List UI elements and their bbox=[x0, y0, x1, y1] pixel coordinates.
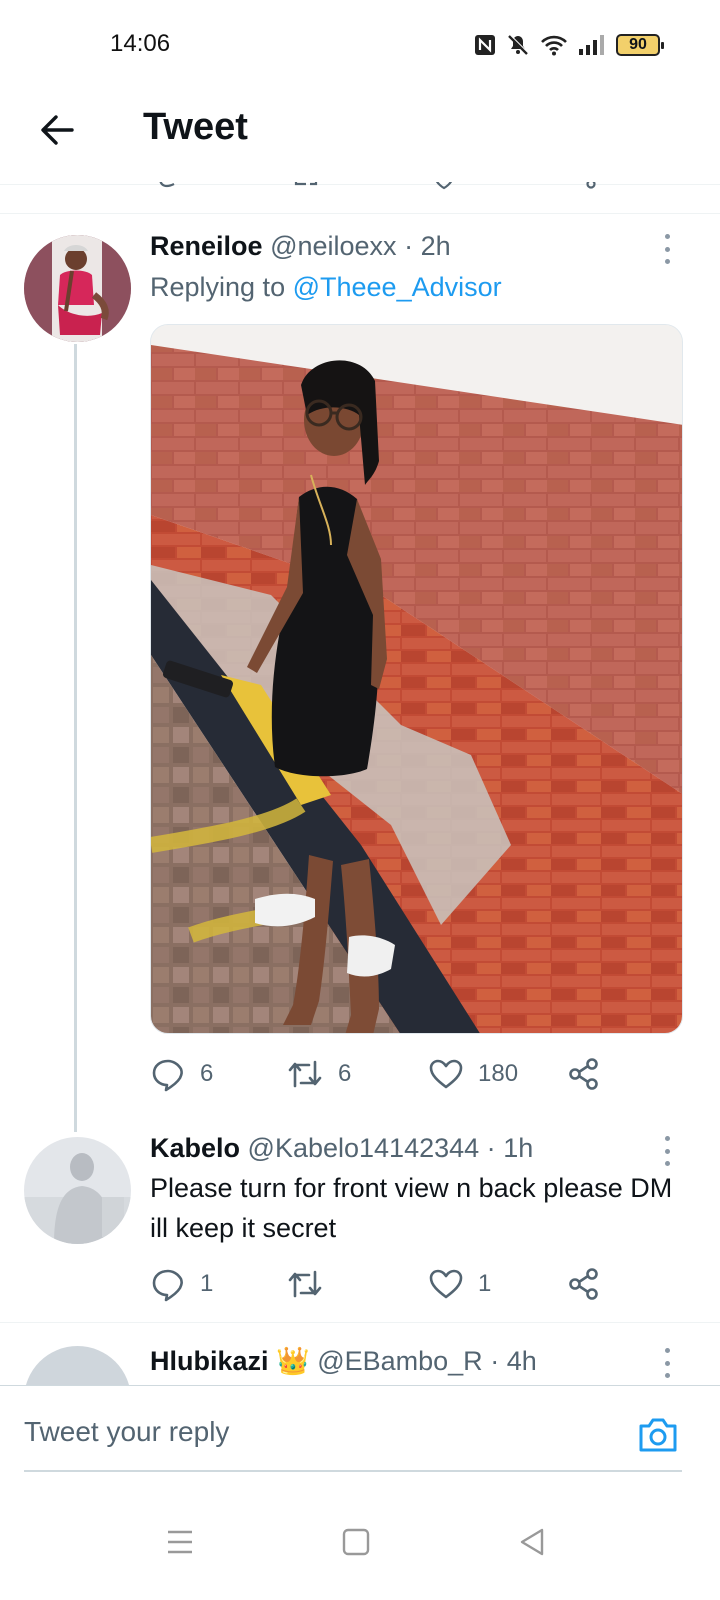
page-title: Tweet bbox=[143, 106, 248, 148]
like-button[interactable]: 1 bbox=[428, 1264, 491, 1304]
status-bar: 14:06 90 bbox=[0, 0, 720, 90]
more-options-button[interactable] bbox=[660, 1136, 674, 1166]
tweet-text: Please turn for front view n back please… bbox=[150, 1173, 673, 1243]
square-icon bbox=[342, 1528, 370, 1556]
status-time: 14:06 bbox=[110, 30, 171, 57]
nfc-icon bbox=[475, 35, 495, 55]
heart-icon bbox=[429, 1269, 463, 1299]
retweet-button[interactable] bbox=[286, 1264, 338, 1304]
like-count: 180 bbox=[478, 1060, 519, 1087]
tweet-kabelo[interactable]: Kabelo @Kabelo14142344 · 1h Please turn … bbox=[0, 1126, 720, 1322]
heart-icon bbox=[429, 1059, 463, 1089]
tweet-photo[interactable] bbox=[150, 324, 683, 1034]
reply-composer: Tweet your reply bbox=[0, 1385, 720, 1480]
system-nav-bar bbox=[0, 1490, 720, 1600]
author-handle[interactable]: @Kabelo14142344 bbox=[248, 1133, 480, 1163]
tweet-actions: 1 1 bbox=[150, 1264, 620, 1304]
tweet-time[interactable]: 2h bbox=[421, 231, 451, 261]
tweet-time[interactable]: 1h bbox=[503, 1133, 533, 1163]
share-icon bbox=[569, 1268, 598, 1300]
like-button[interactable]: 180 bbox=[428, 1054, 518, 1094]
previous-tweet-actions bbox=[0, 182, 720, 214]
wifi-icon bbox=[541, 35, 567, 56]
app-header: Tweet bbox=[0, 90, 720, 185]
menu-nav-button[interactable] bbox=[160, 1522, 200, 1562]
share-icon bbox=[569, 1058, 598, 1090]
thread-line bbox=[74, 344, 77, 1132]
separator: · bbox=[486, 1133, 496, 1163]
mention-link[interactable]: @Theee_Advisor bbox=[293, 272, 502, 302]
author-name[interactable]: Reneiloe bbox=[150, 231, 263, 261]
author-name[interactable]: Kabelo bbox=[150, 1133, 240, 1163]
camera-button[interactable] bbox=[636, 1412, 680, 1456]
reply-count: 6 bbox=[200, 1060, 214, 1087]
like-count: 1 bbox=[478, 1270, 492, 1297]
signal-icon bbox=[579, 35, 604, 55]
tweet-actions: 6 6 180 bbox=[150, 1054, 620, 1094]
triangle-back-icon bbox=[520, 1528, 544, 1556]
retweet-icon bbox=[288, 1270, 322, 1298]
author-name[interactable]: Hlubikazi bbox=[150, 1346, 269, 1376]
avatar[interactable] bbox=[24, 235, 131, 342]
camera-icon bbox=[639, 1418, 677, 1452]
reply-count: 1 bbox=[200, 1270, 214, 1297]
back-nav-button[interactable] bbox=[512, 1522, 552, 1562]
battery-icon: 90 bbox=[616, 34, 664, 56]
reply-input[interactable]: Tweet your reply bbox=[24, 1416, 229, 1448]
reply-icon bbox=[152, 1059, 183, 1092]
status-icons: 90 bbox=[474, 30, 664, 60]
reply-button[interactable]: 6 bbox=[150, 1054, 213, 1094]
tweet-header: Hlubikazi 👑 @EBambo_R · 4h bbox=[150, 1345, 537, 1377]
separator: · bbox=[404, 231, 414, 261]
tweet-time[interactable]: 4h bbox=[507, 1346, 537, 1376]
reply-button[interactable]: 1 bbox=[150, 1264, 213, 1304]
separator: · bbox=[490, 1346, 500, 1376]
tweet-hlubikazi[interactable]: Hlubikazi 👑 @EBambo_R · 4h bbox=[0, 1323, 720, 1385]
reply-icon bbox=[152, 1269, 183, 1302]
cut-off-icons bbox=[159, 182, 596, 190]
more-options-button[interactable] bbox=[660, 234, 674, 264]
more-options-button[interactable] bbox=[660, 1348, 674, 1378]
tweet-header: Reneiloe @neiloexx · 2h bbox=[150, 231, 451, 262]
share-button[interactable] bbox=[566, 1264, 602, 1304]
input-underline bbox=[24, 1470, 682, 1472]
retweet-button[interactable]: 6 bbox=[286, 1054, 351, 1094]
author-handle[interactable]: @EBambo_R bbox=[317, 1346, 482, 1376]
retweet-icon bbox=[288, 1060, 322, 1088]
menu-icon bbox=[168, 1530, 192, 1554]
replying-prefix: Replying to bbox=[150, 272, 286, 302]
author-handle[interactable]: @neiloexx bbox=[270, 231, 396, 261]
retweet-count: 6 bbox=[338, 1060, 352, 1087]
home-nav-button[interactable] bbox=[336, 1522, 376, 1562]
replying-to: Replying to @Theee_Advisor bbox=[150, 272, 502, 303]
back-button[interactable] bbox=[36, 108, 80, 152]
tweet-header: Kabelo @Kabelo14142344 · 1h bbox=[150, 1133, 533, 1164]
share-button[interactable] bbox=[566, 1054, 602, 1094]
crown-emoji: 👑 bbox=[276, 1346, 310, 1376]
avatar[interactable] bbox=[24, 1137, 131, 1244]
mute-icon bbox=[508, 34, 529, 55]
arrow-left-icon bbox=[41, 115, 74, 145]
avatar[interactable] bbox=[24, 1346, 131, 1385]
